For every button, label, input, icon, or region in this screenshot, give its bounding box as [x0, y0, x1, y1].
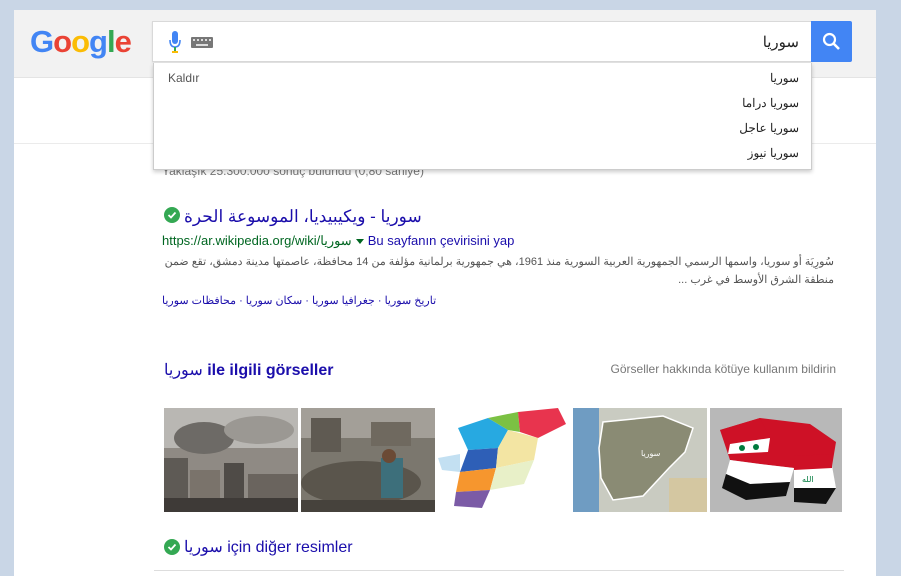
suggestion-item[interactable]: سوريا دراما [742, 96, 799, 110]
suggestion-item[interactable]: سوريا عاجل [739, 121, 799, 135]
keyboard-icon[interactable] [191, 37, 213, 48]
image-thumb-satellite-map[interactable]: سوريا [573, 408, 707, 512]
suggestion-item[interactable]: سوريا نيوز [748, 146, 799, 160]
result-url: https://ar.wikipedia.org/wiki/سوريا [162, 233, 352, 248]
more-images-query: سوريا [184, 539, 223, 556]
search-icon [822, 32, 840, 50]
microphone-icon[interactable] [169, 31, 181, 53]
logo-letter: o [53, 24, 72, 59]
report-images-link[interactable]: Görseller hakkında kötüye kullanım bildi… [611, 362, 836, 376]
autocomplete-dropdown: Kaldır سوريا سوريا دراما سوريا عاجل سوري… [153, 63, 812, 170]
result-sitelinks[interactable]: تاريخ سوريا · جغرافيا سوريا · سكان سوريا… [162, 294, 436, 307]
result-url-line: https://ar.wikipedia.org/wiki/سوريا Bu sa… [162, 233, 514, 249]
translate-page-link[interactable]: Bu sayfanın çevirisini yap [368, 233, 515, 248]
browser-viewport: Google سوريا Kaldır سوريا سوريا دراما سو… [14, 10, 876, 576]
search-button[interactable] [811, 21, 852, 62]
svg-text:الله: الله [802, 475, 814, 484]
verified-check-icon [164, 207, 180, 223]
more-images-suffix: için diğer resimler [227, 539, 353, 556]
url-dropdown-arrow-icon[interactable] [355, 239, 364, 244]
image-thumb-ruins[interactable] [164, 408, 298, 512]
images-heading-suffix: ile ilgili görseller [207, 362, 334, 379]
images-heading-query: سوريا [164, 362, 203, 379]
logo-letter: e [114, 24, 132, 59]
remove-suggestion-link[interactable]: Kaldır [168, 71, 199, 85]
result-snippet: سُورِيَة أو سوريا، واسمها الرسمي الجمهور… [164, 256, 834, 286]
image-thumb-rubble[interactable] [301, 408, 435, 512]
section-divider [154, 570, 844, 571]
images-heading-link[interactable]: سوريا ile ilgili görseller [164, 360, 333, 380]
logo-letter: o [71, 24, 90, 59]
search-input[interactable]: سوريا [152, 21, 812, 62]
logo-letter: G [30, 24, 54, 59]
logo-letter: l [106, 24, 116, 59]
more-images-link[interactable]: سوريا için diğer resimler [164, 537, 353, 557]
verified-check-icon [164, 539, 180, 555]
logo-letter: g [89, 24, 108, 59]
google-logo[interactable]: Google [30, 24, 132, 60]
svg-text:سوريا: سوريا [641, 449, 661, 458]
image-thumb-map-regions[interactable] [438, 408, 570, 512]
search-query-text: سوريا [762, 34, 799, 51]
suggestion-item[interactable]: سوريا [770, 71, 799, 85]
result-title-link[interactable]: سوريا - ويكيبيديا، الموسوعة الحرة [184, 207, 422, 227]
image-thumb-flags-map[interactable]: الله [710, 408, 842, 512]
